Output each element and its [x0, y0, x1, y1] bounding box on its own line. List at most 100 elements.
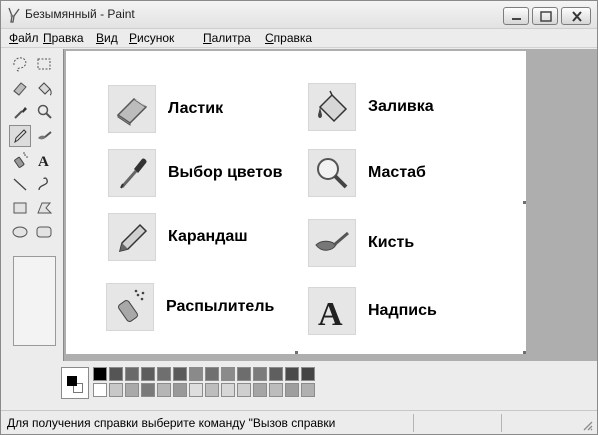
current-colors[interactable] — [61, 367, 89, 399]
status-bar: Для получения справки выберите команду "… — [1, 410, 597, 434]
menu-help[interactable]: Справка — [265, 31, 312, 45]
tool-options-panel[interactable] — [13, 256, 56, 346]
free-select-icon[interactable] — [9, 53, 31, 75]
curve-icon[interactable] — [33, 173, 55, 195]
drawing-canvas[interactable]: Ластик Заливка Выбор цветов Мастаб Каран… — [66, 51, 526, 354]
eraser-icon[interactable] — [9, 77, 31, 99]
resize-handle-bottom[interactable] — [295, 351, 298, 354]
resize-handle-right[interactable] — [523, 201, 526, 204]
fill-icon[interactable] — [33, 77, 55, 99]
menu-file[interactable]: Файл — [9, 31, 39, 45]
palette-swatch[interactable] — [221, 367, 235, 381]
brush-icon[interactable] — [33, 125, 55, 147]
close-button[interactable] — [561, 7, 591, 25]
resize-handle-corner[interactable] — [523, 351, 526, 354]
paint-window: Безымянный - Paint Файл Правка Вид Рисун… — [0, 0, 598, 435]
status-separator — [413, 414, 414, 432]
palette-swatch[interactable] — [141, 367, 155, 381]
pencil-icon — [108, 213, 156, 261]
magnifier-icon — [308, 149, 356, 197]
polygon-icon[interactable] — [33, 197, 55, 219]
close-icon — [572, 11, 582, 22]
card-label: Распылитель — [166, 298, 275, 315]
palette-swatch[interactable] — [285, 383, 299, 397]
airbrush-icon — [106, 283, 154, 331]
card-label: Выбор цветов — [168, 164, 283, 181]
paint-app-icon — [7, 7, 21, 23]
maximize-icon — [540, 11, 552, 22]
palette-swatch[interactable] — [157, 383, 171, 397]
palette-swatch[interactable] — [173, 367, 187, 381]
palette-swatch[interactable] — [189, 367, 203, 381]
canvas-scroll-area[interactable]: Ластик Заливка Выбор цветов Мастаб Каран… — [63, 49, 597, 361]
palette-swatch[interactable] — [157, 367, 171, 381]
rect-select-icon[interactable] — [33, 53, 55, 75]
fill-icon — [308, 83, 356, 131]
card-label: Мастаб — [368, 164, 426, 181]
card-text: A Надпись — [308, 287, 437, 335]
color-palette-bar — [1, 361, 597, 405]
menu-image[interactable]: Рисунок — [129, 31, 174, 45]
palette-swatch[interactable] — [221, 383, 235, 397]
palette-swatch[interactable] — [93, 383, 107, 397]
text-icon[interactable]: A — [33, 149, 55, 171]
rounded-rect-icon[interactable] — [33, 221, 55, 243]
card-label: Карандаш — [168, 228, 248, 245]
palette-swatch[interactable] — [237, 383, 251, 397]
card-label: Кисть — [368, 234, 415, 251]
line-icon[interactable] — [9, 173, 31, 195]
palette-swatch[interactable] — [253, 367, 267, 381]
svg-text:A: A — [318, 296, 343, 331]
toolbox: A — [7, 51, 59, 351]
palette-swatch[interactable] — [205, 367, 219, 381]
airbrush-icon[interactable] — [9, 149, 31, 171]
menu-palette[interactable]: Палитра — [203, 31, 251, 45]
text-icon: A — [308, 287, 356, 335]
eraser-icon — [108, 85, 156, 133]
card-magnifier: Мастаб — [308, 149, 426, 197]
palette-swatch[interactable] — [109, 383, 123, 397]
minimize-button[interactable] — [503, 7, 529, 25]
color-palette — [93, 367, 317, 399]
palette-swatch[interactable] — [109, 367, 123, 381]
palette-swatch[interactable] — [141, 383, 155, 397]
card-eraser: Ластик — [108, 85, 223, 133]
palette-swatch[interactable] — [269, 367, 283, 381]
color-picker-icon — [108, 149, 156, 197]
palette-swatch[interactable] — [301, 383, 315, 397]
rectangle-icon[interactable] — [9, 197, 31, 219]
palette-swatch[interactable] — [125, 367, 139, 381]
svg-text:A: A — [38, 154, 49, 169]
status-text: Для получения справки выберите команду "… — [7, 416, 336, 430]
magnifier-icon[interactable] — [33, 101, 55, 123]
card-fill: Заливка — [308, 83, 434, 131]
ellipse-icon[interactable] — [9, 221, 31, 243]
palette-swatch[interactable] — [269, 383, 283, 397]
palette-swatch[interactable] — [173, 383, 187, 397]
palette-swatch[interactable] — [189, 383, 203, 397]
pencil-icon[interactable] — [9, 125, 31, 147]
color-picker-icon[interactable] — [9, 101, 31, 123]
window-title: Безымянный - Paint — [25, 7, 135, 21]
palette-swatch[interactable] — [301, 367, 315, 381]
palette-swatch[interactable] — [205, 383, 219, 397]
palette-swatch[interactable] — [93, 367, 107, 381]
card-pencil: Карандаш — [108, 213, 248, 261]
palette-swatch[interactable] — [125, 383, 139, 397]
palette-swatch[interactable] — [237, 367, 251, 381]
menu-view[interactable]: Вид — [96, 31, 118, 45]
palette-swatch[interactable] — [285, 367, 299, 381]
brush-icon — [308, 219, 356, 267]
menu-bar: Файл Правка Вид Рисунок Палитра Справка — [1, 29, 597, 48]
card-label: Надпись — [368, 302, 437, 319]
resize-grip-icon[interactable] — [581, 419, 593, 431]
card-brush: Кисть — [308, 219, 414, 267]
title-bar[interactable]: Безымянный - Paint — [1, 1, 597, 29]
card-color-picker: Выбор цветов — [108, 149, 282, 197]
status-separator — [501, 414, 502, 432]
foreground-color-swatch[interactable] — [67, 376, 77, 386]
menu-edit[interactable]: Правка — [43, 31, 84, 45]
palette-swatch[interactable] — [253, 383, 267, 397]
card-label: Ластик — [168, 100, 224, 117]
maximize-button[interactable] — [532, 7, 558, 25]
